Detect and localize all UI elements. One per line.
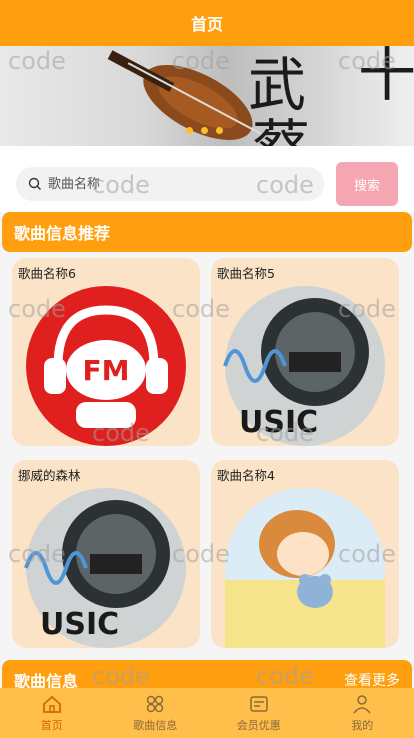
nav-label: 我的 <box>351 719 374 732</box>
carousel-dot[interactable] <box>216 127 223 134</box>
svg-text:FM: FM <box>83 354 130 387</box>
banner-carousel[interactable]: 武 蔡 十 <box>0 46 414 146</box>
song-card[interactable]: 歌曲名称6 FM <box>12 258 200 446</box>
music-speaker-icon: USIC <box>24 488 186 648</box>
music-speaker-icon: USIC <box>223 286 385 446</box>
nav-label: 歌曲信息 <box>133 719 178 732</box>
banner-char: 武 <box>248 51 307 119</box>
song-card[interactable]: 挪威的森林 USIC <box>12 460 200 648</box>
home-icon <box>42 695 61 713</box>
nav-label: 会员优惠 <box>236 719 281 732</box>
song-title: 歌曲名称6 <box>18 266 76 281</box>
search-input[interactable] <box>48 169 288 199</box>
nav-item-mine[interactable]: 我的 <box>317 693 407 733</box>
page-title: 首页 <box>190 15 223 34</box>
bottom-nav: 首页 歌曲信息 会员优惠 我的 <box>0 688 414 738</box>
song-card[interactable]: 歌曲名称4 <box>211 460 399 648</box>
fm-headphones-icon: FM <box>26 286 186 446</box>
top-bar: 首页 <box>0 0 414 46</box>
section-title: 歌曲信息推荐 <box>14 224 111 243</box>
banner-char: 十 <box>358 46 414 109</box>
sleeping-girl-icon <box>225 488 385 648</box>
song-title: 歌曲名称5 <box>217 266 275 281</box>
carousel-dots <box>186 127 223 134</box>
song-title: 歌曲名称4 <box>217 468 275 483</box>
song-title: 挪威的森林 <box>18 468 81 483</box>
recommend-section-header: 歌曲信息推荐 <box>2 212 412 252</box>
nav-item-song-info[interactable]: 歌曲信息 <box>110 693 200 733</box>
grid-icon <box>147 695 164 713</box>
song-card[interactable]: 歌曲名称5 USIC <box>211 258 399 446</box>
search-icon <box>28 177 41 190</box>
svg-text:USIC: USIC <box>239 405 318 440</box>
nav-label: 首页 <box>40 719 63 732</box>
nav-item-member-deals[interactable]: 会员优惠 <box>214 693 304 733</box>
nav-item-home[interactable]: 首页 <box>7 693 97 733</box>
user-icon <box>353 695 371 714</box>
svg-text:USIC: USIC <box>40 607 119 642</box>
search-box[interactable] <box>16 167 324 201</box>
search-area: 搜索 <box>0 146 414 212</box>
banner-char: 蔡 <box>252 118 310 146</box>
carousel-dot[interactable] <box>186 127 193 134</box>
card-icon <box>250 696 268 712</box>
search-button[interactable]: 搜索 <box>336 162 398 206</box>
carousel-dot[interactable] <box>201 127 208 134</box>
view-more-link[interactable]: 查看更多 <box>344 670 400 690</box>
